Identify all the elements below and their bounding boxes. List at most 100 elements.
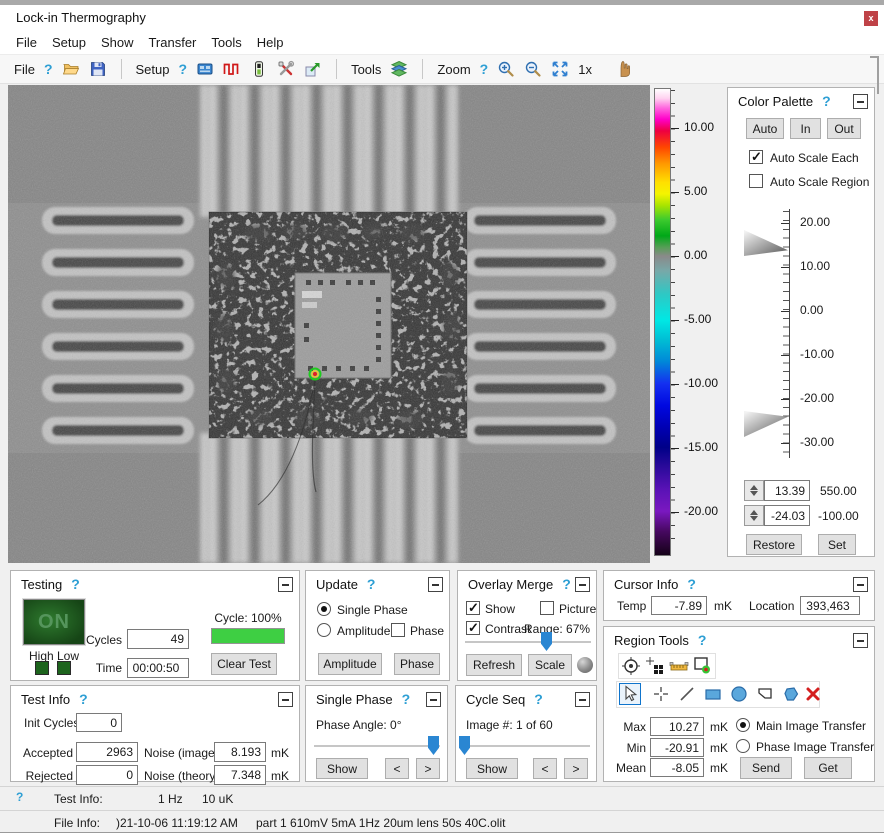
ruler-tool-icon[interactable]: [668, 655, 690, 677]
file-help-icon[interactable]: ?: [44, 61, 53, 77]
help-icon[interactable]: ?: [71, 576, 80, 592]
rectangle-tool-icon[interactable]: [702, 683, 724, 705]
thermal-image[interactable]: [8, 85, 650, 563]
next-cycle-button[interactable]: >: [564, 758, 588, 779]
polygon-outline-tool-icon[interactable]: [754, 683, 776, 705]
help-icon[interactable]: ?: [79, 691, 88, 707]
zoom-fit-icon[interactable]: [551, 60, 569, 78]
line-tool-icon[interactable]: [676, 683, 698, 705]
status-help-icon[interactable]: ?: [16, 790, 23, 804]
auto-scale-each-checkbox[interactable]: [749, 150, 763, 164]
waveform-icon[interactable]: [223, 60, 241, 78]
setup-help-icon[interactable]: ?: [179, 61, 188, 77]
close-button[interactable]: x: [864, 11, 878, 26]
status-row-file-info: File Info: )21-10-06 11:19:12 AM part 1 …: [0, 810, 884, 833]
collapse-button[interactable]: [426, 692, 441, 707]
get-button[interactable]: Get: [804, 757, 852, 779]
menu-tools[interactable]: Tools: [211, 35, 241, 50]
upper-limit-label: 550.00: [820, 484, 857, 498]
cycle-slider-thumb[interactable]: [459, 736, 470, 755]
collapse-button[interactable]: [853, 577, 868, 592]
lower-value-spinner[interactable]: [744, 505, 764, 526]
collapse-button[interactable]: [278, 577, 293, 592]
menu-transfer[interactable]: Transfer: [148, 35, 196, 50]
help-icon[interactable]: ?: [534, 691, 543, 707]
battery-icon[interactable]: [250, 60, 268, 78]
show-cycle-button[interactable]: Show: [466, 758, 518, 779]
restore-button[interactable]: Restore: [746, 534, 802, 555]
zoom-help-icon[interactable]: ?: [480, 61, 489, 77]
amplitude-button[interactable]: Amplitude: [318, 653, 382, 675]
zoom-in-icon[interactable]: [497, 60, 515, 78]
hardware-setup-icon[interactable]: [196, 60, 214, 78]
show-checkbox[interactable]: [466, 601, 480, 615]
refresh-button[interactable]: Refresh: [466, 654, 522, 676]
phase-checkbox[interactable]: [391, 623, 405, 637]
prev-phase-button[interactable]: <: [385, 758, 409, 779]
thermal-image-view[interactable]: [8, 85, 650, 563]
polygon-filled-tool-icon[interactable]: [780, 683, 802, 705]
range-slider-track[interactable]: [465, 641, 591, 643]
center-target-tool-icon[interactable]: [620, 655, 642, 677]
phase-slider-thumb[interactable]: [428, 736, 439, 755]
next-phase-button[interactable]: >: [416, 758, 440, 779]
help-icon[interactable]: ?: [562, 576, 571, 592]
contrast-checkbox[interactable]: [466, 621, 480, 635]
zoom-out-icon[interactable]: [524, 60, 542, 78]
status-noise: 10 uK: [202, 792, 233, 806]
upper-value-field[interactable]: 13.39: [764, 480, 810, 501]
auto-scale-region-checkbox[interactable]: [749, 174, 763, 188]
main-image-transfer-radio[interactable]: [736, 718, 750, 732]
pointer-tool-icon[interactable]: [619, 683, 641, 705]
phase-image-transfer-radio[interactable]: [736, 739, 750, 753]
set-button[interactable]: Set: [818, 534, 856, 555]
crosshair-tool-icon[interactable]: [650, 683, 672, 705]
help-icon[interactable]: ?: [698, 632, 707, 648]
menu-help[interactable]: Help: [257, 35, 284, 50]
upper-value-spinner[interactable]: [744, 480, 764, 501]
menu-show[interactable]: Show: [101, 35, 134, 50]
prev-cycle-button[interactable]: <: [533, 758, 557, 779]
help-icon[interactable]: ?: [402, 691, 411, 707]
out-button[interactable]: Out: [827, 118, 861, 139]
transfer-out-icon[interactable]: [304, 60, 322, 78]
phase-slider-track[interactable]: [314, 745, 440, 747]
lower-value-field[interactable]: -24.03: [764, 505, 810, 526]
show-phase-button[interactable]: Show: [316, 758, 368, 779]
menu-file[interactable]: File: [16, 35, 37, 50]
auto-button[interactable]: Auto: [746, 118, 784, 139]
send-button[interactable]: Send: [740, 757, 792, 779]
picture-checkbox[interactable]: [540, 601, 554, 615]
collapse-button[interactable]: [853, 94, 868, 109]
clear-test-button[interactable]: Clear Test: [211, 653, 277, 675]
save-icon[interactable]: [89, 60, 107, 78]
collapse-button[interactable]: [853, 633, 868, 648]
show-label: Show: [485, 602, 515, 616]
layers-icon[interactable]: [390, 60, 408, 78]
phase-button[interactable]: Phase: [394, 653, 440, 675]
collapse-button[interactable]: [278, 692, 293, 707]
region-point-tool-icon[interactable]: [691, 655, 713, 677]
noise-image-label: Noise (image): [144, 746, 219, 760]
init-cycles-field[interactable]: 0: [76, 713, 122, 732]
ellipse-tool-icon[interactable]: [728, 683, 750, 705]
help-icon[interactable]: ?: [367, 576, 376, 592]
scale-button[interactable]: Scale: [528, 654, 572, 676]
pan-hand-icon[interactable]: [615, 60, 633, 78]
help-icon[interactable]: ?: [687, 576, 696, 592]
range-slider-thumb[interactable]: [541, 632, 552, 651]
collapse-button[interactable]: [428, 577, 443, 592]
cycle-slider-track[interactable]: [464, 745, 590, 747]
help-icon[interactable]: ?: [822, 93, 831, 109]
wrench-screwdriver-icon[interactable]: [277, 60, 295, 78]
collapse-button[interactable]: [575, 577, 590, 592]
panel-title: Testing: [21, 577, 62, 592]
open-file-icon[interactable]: [62, 60, 80, 78]
delete-region-icon[interactable]: [802, 683, 824, 705]
in-button[interactable]: In: [790, 118, 821, 139]
collapse-button[interactable]: [575, 692, 590, 707]
amplitude-radio[interactable]: [317, 623, 331, 637]
menu-setup[interactable]: Setup: [52, 35, 86, 50]
single-phase-radio[interactable]: [317, 602, 331, 616]
pixel-grid-tool-icon[interactable]: [644, 655, 666, 677]
